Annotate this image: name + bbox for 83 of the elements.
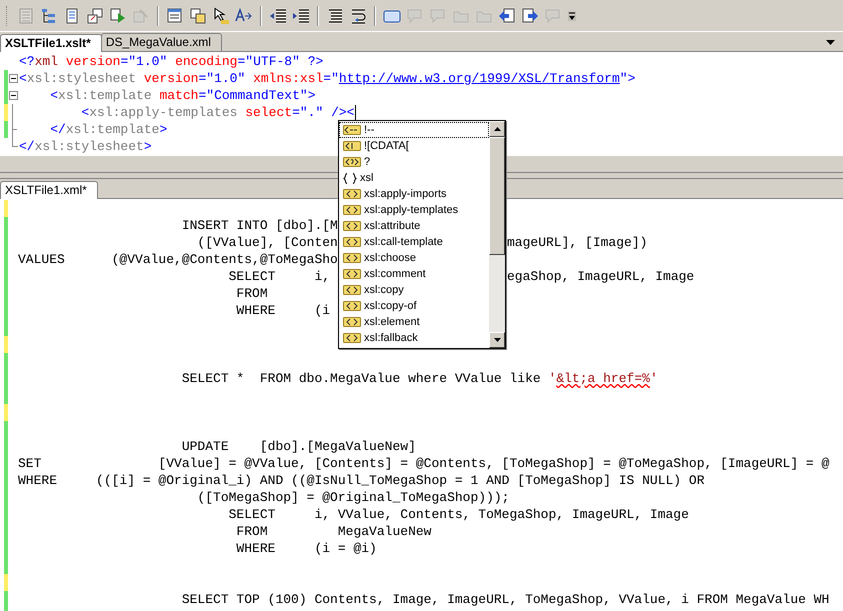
speech-bubble-icon <box>430 9 444 23</box>
completion-item[interactable]: xsl:apply-templates <box>339 202 489 218</box>
completion-item[interactable]: xsl:comment <box>339 266 489 282</box>
overflow-chevron-icon[interactable] <box>568 10 576 20</box>
arrow-up-icon[interactable] <box>494 127 500 131</box>
tag-icon <box>343 333 361 343</box>
list-icon <box>168 8 182 22</box>
tag-icon <box>343 125 361 135</box>
wrap-icon <box>352 9 366 23</box>
code-line: <xsl:stylesheet version="1.0" xmlns:xsl="http://www.w3.org/1999/XSL/Transform"> <box>19 70 636 87</box>
code-line: </xsl:template> <box>49 121 168 138</box>
windows-icon <box>88 8 102 23</box>
code-line: <xsl:apply-templates select="." />< <box>80 104 354 121</box>
folder-icon <box>454 11 468 22</box>
tag-icon <box>343 269 361 279</box>
cursor-icon <box>214 7 229 24</box>
tag-icon <box>343 317 361 327</box>
code-line: WHERE (i <box>235 302 330 319</box>
code-line: ([VValue], [Conten <box>196 234 338 251</box>
tag-icon <box>343 205 361 215</box>
indent-icon <box>293 9 310 22</box>
arrow-right-icon <box>522 8 538 22</box>
document-tab[interactable]: DS_MegaValue.xml <box>100 33 222 51</box>
document-tab[interactable]: XSLTFile1.xml* <box>0 181 98 199</box>
grid-icon <box>20 8 32 23</box>
code-line: mageURL], [Image]) <box>507 234 648 251</box>
completion-item[interactable]: xsl:fallback <box>339 330 489 346</box>
tag-icon <box>343 237 361 247</box>
tag-icon <box>343 221 361 231</box>
completion-item[interactable]: xsl:call-template <box>339 234 489 250</box>
completion-item[interactable]: xsl:choose <box>339 250 489 266</box>
scrollbar-thumb[interactable] <box>489 137 505 255</box>
folder-icon <box>476 11 492 22</box>
run-icon <box>110 8 125 22</box>
lines-icon <box>328 9 342 22</box>
fold-toggle-icon[interactable] <box>9 74 18 83</box>
completion-item[interactable]: xsl:copy <box>339 282 489 298</box>
debug-icon <box>134 8 148 22</box>
arrow-left-icon <box>499 8 514 22</box>
braces-icon <box>343 172 357 184</box>
code-line: SELECT TOP (100) Contents, Image, ImageURL, ToMegaShop, VValue, i FROM MegaValue WH <box>180 591 830 608</box>
completion-item[interactable]: ![CDATA[ <box>339 138 489 154</box>
code-line: FROM <box>235 285 268 302</box>
tree-icon <box>42 8 55 22</box>
code-line: <xsl:template match="CommandText"> <box>49 87 316 104</box>
code-line: UPDATE [dbo].[MegaValueNew] <box>180 438 416 455</box>
code-line: SELECT i, VValue, Contents, ToMegaShop, ImageURL, Image <box>228 506 689 523</box>
tag-icon <box>343 285 361 295</box>
completion-item[interactable]: xsl:copy-of <box>339 298 489 314</box>
document-icon <box>66 8 78 23</box>
tag-icon <box>343 157 361 167</box>
code-line: FROM MegaValueNew <box>235 523 432 540</box>
completion-item[interactable]: xsl:apply-imports <box>339 186 489 202</box>
dropdown-arrow-icon[interactable] <box>826 40 835 45</box>
font-size-icon <box>235 7 252 22</box>
completion-item[interactable]: ? <box>339 154 489 170</box>
copy-icon <box>190 8 206 23</box>
speech-bubble-icon <box>408 9 422 23</box>
code-line: SELECT i, <box>228 268 330 285</box>
code-line: egaShop, ImageURL, Image <box>507 268 694 285</box>
tag-icon <box>343 301 361 311</box>
code-line: ([ToMegaShop] = @Original_ToMegaShop))); <box>196 489 510 506</box>
completion-item[interactable]: xsl:element <box>339 314 489 330</box>
completion-item[interactable]: xsl <box>339 170 489 186</box>
code-line: VALUES (@VValue,@Contents,@ToMegaSho <box>18 251 338 268</box>
code-line: SET [VValue] = @VValue, [Contents] = @Contents, [ToMegaShop] = @ToMegaShop, [ImageURL] = @ <box>18 455 830 472</box>
code-line: SELECT * FROM dbo.MegaValue where VValue like '&lt;a href=%' <box>180 370 658 387</box>
completion-item[interactable]: xsl:attribute <box>339 218 489 234</box>
outdent-icon <box>270 9 286 22</box>
completion-item[interactable]: !-- <box>339 122 489 138</box>
code-line: </xsl:stylesheet> <box>19 138 152 155</box>
tag-icon <box>343 141 361 151</box>
speech-bubble-icon <box>546 9 560 23</box>
rectangle-icon <box>384 10 400 22</box>
tag-icon <box>343 189 361 199</box>
code-line: INSERT INTO [dbo].[M <box>180 217 338 234</box>
document-tab[interactable]: XSLTFile1.xslt* <box>0 34 102 52</box>
code-line: WHERE (i = @i) <box>235 540 377 557</box>
arrow-down-icon[interactable] <box>494 338 500 342</box>
code-line: <?xml version="1.0" encoding="UTF-8" ?> <box>19 53 324 70</box>
fold-toggle-icon[interactable] <box>9 91 18 100</box>
code-line: WHERE (([i] = @Original_i) AND ((@IsNull_ToMegaShop = 1 AND [ToMegaShop] IS NULL) OR <box>18 472 705 489</box>
tag-icon <box>343 253 361 263</box>
